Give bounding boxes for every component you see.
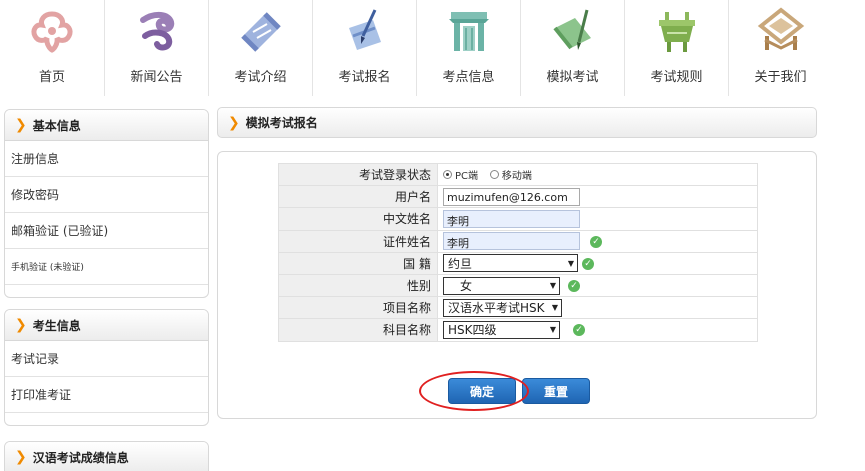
gender-label: 性别 <box>278 273 438 298</box>
nationality-label: 国 籍 <box>278 251 438 275</box>
chevron-right-icon: ❯ <box>15 117 27 133</box>
nav-item-test-centers[interactable]: 考点信息 <box>416 0 520 96</box>
nav-item-about[interactable]: 关于我们 <box>728 0 832 96</box>
check-icon: ✓ <box>590 235 602 248</box>
highlight-circle <box>419 371 529 411</box>
sidebar-item-email-verification[interactable]: 邮箱验证 (已验证) <box>5 213 208 249</box>
registration-form-table: 考试登录状态 PC端 移动端 用户名 muzimufen@126.com 中文姓… <box>278 162 758 342</box>
gate-icon <box>449 12 489 51</box>
page-title: 模拟考试报名 <box>245 116 318 130</box>
form-row-nationality: 国 籍 约旦 ▼ ✓ <box>278 251 758 275</box>
username-field[interactable]: muzimufen@126.com <box>443 187 580 206</box>
sidebar-basic-info-header: ❯ 基本信息 <box>5 110 208 141</box>
nav-label: 考点信息 <box>442 70 495 85</box>
sidebar-candidate-info-panel: ❯ 考生信息 考试记录 打印准考证 <box>4 309 209 426</box>
radio-pc[interactable] <box>443 170 452 180</box>
blue-scroll-icon <box>241 12 281 52</box>
sidebar-scores-panel: ❯ 汉语考试成绩信息 <box>4 441 209 471</box>
radio-mobile-label[interactable]: 移动端 <box>502 171 532 182</box>
subject-selected-value: HSK四级 <box>448 323 497 338</box>
sidebar-section-title: 汉语考试成绩信息 <box>32 450 129 465</box>
radio-mobile[interactable] <box>489 170 499 180</box>
brush-paper-icon <box>349 9 381 50</box>
form-row-id-name: 证件姓名 李明 ✓ <box>278 229 758 253</box>
form-row-login-status: 考试登录状态 PC端 移动端 <box>278 162 758 187</box>
project-selected-value: 汉语水平考试HSK <box>448 301 545 316</box>
bronze-ding-icon <box>659 12 695 52</box>
sidebar-candidate-info-header: ❯ 考生信息 <box>5 310 208 341</box>
subject-label: 科目名称 <box>278 318 438 342</box>
pavilion-icon <box>757 7 805 50</box>
ruyi-cloud-icon <box>31 11 73 53</box>
project-label: 项目名称 <box>278 296 438 320</box>
sidebar-item-phone-verification[interactable]: 手机验证 (未验证) <box>5 249 208 285</box>
project-select[interactable]: 汉语水平考试HSK ▼ <box>443 298 562 317</box>
check-icon: ✓ <box>573 324 585 337</box>
nationality-selected-value: 约旦 <box>448 256 473 271</box>
nav-item-registration[interactable]: 考试报名 <box>312 0 416 96</box>
nationality-select[interactable]: 约旦 ▼ <box>443 254 578 273</box>
nav-label: 关于我们 <box>754 70 807 85</box>
nav-label: 考试报名 <box>338 70 391 85</box>
form-row-subject: 科目名称 HSK四级 ▼ ✓ <box>278 318 758 342</box>
form-row-username: 用户名 muzimufen@126.com <box>278 185 758 209</box>
nav-label: 首页 <box>38 70 65 85</box>
form-row-project: 项目名称 汉语水平考试HSK ▼ <box>278 296 758 320</box>
nav-item-news[interactable]: 新闻公告 <box>104 0 208 96</box>
sidebar-section-title: 考生信息 <box>32 318 81 333</box>
dropdown-arrow-icon: ▼ <box>567 258 574 268</box>
gender-select[interactable]: 女 ▼ <box>443 276 560 295</box>
nav-label: 考试介绍 <box>234 70 287 85</box>
nav-item-exam-intro[interactable]: 考试介绍 <box>208 0 312 96</box>
subject-select[interactable]: HSK四级 ▼ <box>443 320 560 339</box>
nav-label: 新闻公告 <box>130 70 183 85</box>
dropdown-arrow-icon: ▼ <box>551 303 558 313</box>
sidebar-item-change-password[interactable]: 修改密码 <box>5 177 208 213</box>
reset-button[interactable]: 重置 <box>522 378 590 404</box>
nav-item-mock-exam[interactable]: 模拟考试 <box>520 0 624 96</box>
nav-label: 考试规则 <box>650 70 703 85</box>
gender-selected-value: 女 <box>460 279 473 294</box>
username-label: 用户名 <box>278 185 438 209</box>
chevron-right-icon: ❯ <box>15 317 27 333</box>
green-scroll-icon <box>553 9 591 50</box>
sidebar-section-title: 基本信息 <box>32 118 81 133</box>
sidebar-basic-info-panel: ❯ 基本信息 注册信息 修改密码 邮箱验证 (已验证) 手机验证 (未验证) <box>4 109 209 298</box>
sidebar-item-registration-info[interactable]: 注册信息 <box>5 141 208 177</box>
check-icon: ✓ <box>582 257 594 270</box>
form-row-chinese-name: 中文姓名 李明 <box>278 207 758 231</box>
main-section-header: ❯ 模拟考试报名 <box>217 107 817 138</box>
id-name-label: 证件姓名 <box>278 229 438 253</box>
sidebar-item-print-admission-ticket[interactable]: 打印准考证 <box>5 377 208 413</box>
form-row-gender: 性别 女 ▼ ✓ <box>278 273 758 298</box>
chevron-right-icon: ❯ <box>15 449 27 465</box>
chinese-name-label: 中文姓名 <box>278 207 438 231</box>
nav-item-home[interactable]: 首页 <box>0 0 104 96</box>
nav-item-exam-rules[interactable]: 考试规则 <box>624 0 728 96</box>
id-name-field[interactable]: 李明 <box>443 232 580 251</box>
chinese-name-field[interactable]: 李明 <box>443 209 580 228</box>
dropdown-arrow-icon: ▼ <box>549 281 556 291</box>
dropdown-arrow-icon: ▼ <box>549 325 556 335</box>
login-status-label: 考试登录状态 <box>278 162 438 187</box>
mock-exam-registration-form: 考试登录状态 PC端 移动端 用户名 muzimufen@126.com 中文姓… <box>217 151 817 419</box>
purple-scroll-icon <box>140 12 175 51</box>
radio-pc-label[interactable]: PC端 <box>455 171 478 182</box>
check-icon: ✓ <box>568 279 580 292</box>
sidebar-item-exam-records[interactable]: 考试记录 <box>5 341 208 377</box>
top-navigation: 首页 新闻公告 考试介绍 考试报名 考点信息 模拟考试 考试规则 关于我们 <box>0 0 865 96</box>
sidebar-scores-header[interactable]: ❯ 汉语考试成绩信息 <box>5 442 208 471</box>
chevron-right-icon: ❯ <box>228 114 240 131</box>
nav-label: 模拟考试 <box>546 70 599 85</box>
